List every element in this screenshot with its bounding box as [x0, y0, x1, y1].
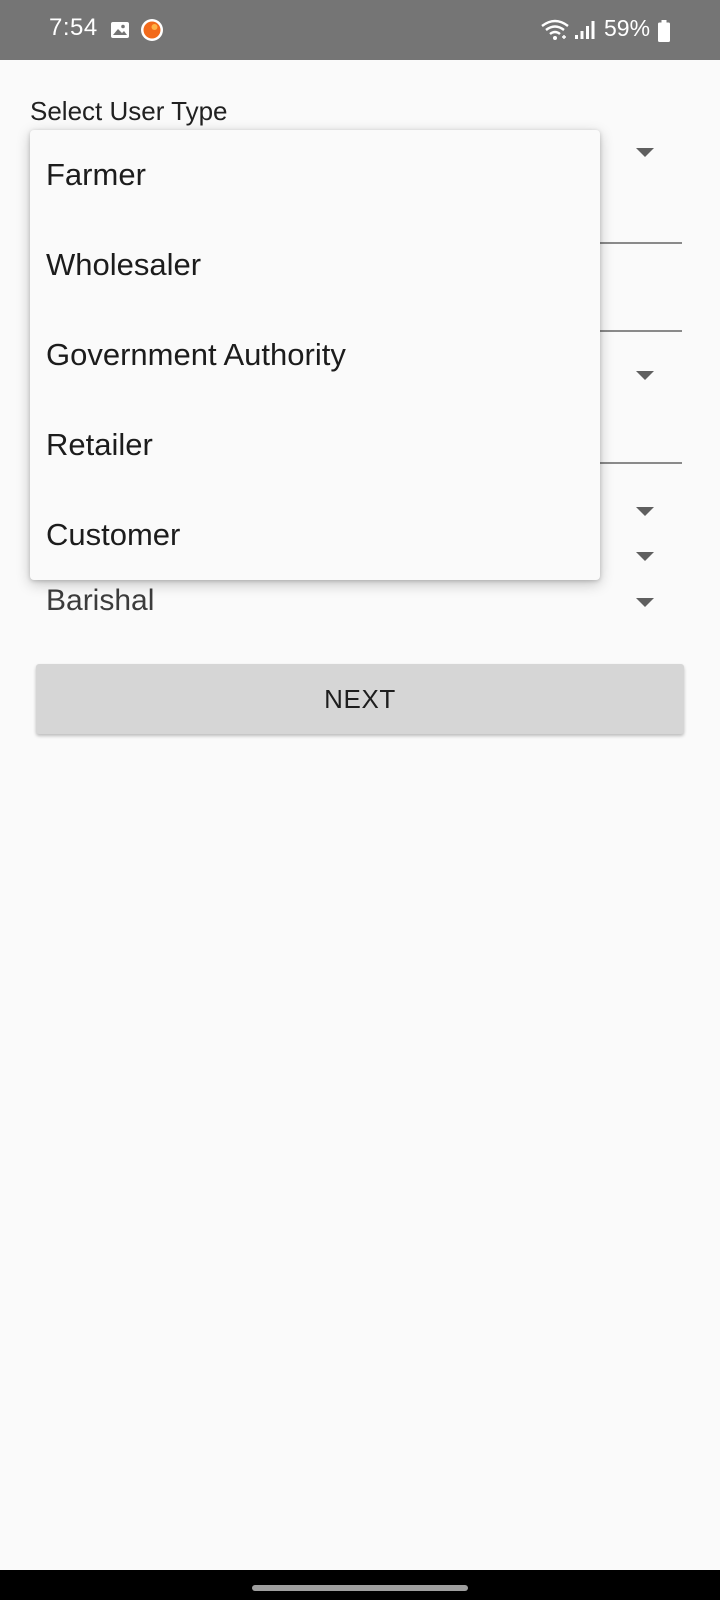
signal-icon: [575, 21, 595, 39]
spinner-arrow-icon[interactable]: [636, 552, 654, 561]
status-time: 7:54: [49, 14, 98, 41]
text-field-underline[interactable]: [590, 242, 682, 244]
battery-percentage: 59%: [604, 15, 651, 41]
dropdown-option-wholesaler[interactable]: Wholesaler: [30, 220, 600, 310]
dropdown-option-customer[interactable]: Customer: [30, 490, 600, 580]
next-button[interactable]: NEXT: [36, 664, 684, 734]
screen: 7:54 59% Select User Type Barishal NEXT …: [0, 0, 720, 1600]
user-type-dropdown-menu: Farmer Wholesaler Government Authority R…: [30, 130, 600, 580]
user-type-dropdown-arrow-icon[interactable]: [636, 148, 654, 157]
district-spinner-value[interactable]: Barishal: [46, 584, 154, 618]
status-bar: 7:54 59%: [0, 0, 720, 60]
text-field-underline[interactable]: [590, 330, 682, 332]
dropdown-option-retailer[interactable]: Retailer: [30, 400, 600, 490]
spinner-arrow-icon[interactable]: [636, 507, 654, 516]
battery-icon: [658, 20, 670, 42]
dropdown-option-government-authority[interactable]: Government Authority: [30, 310, 600, 400]
spinner-arrow-icon[interactable]: [636, 371, 654, 380]
gallery-icon: [111, 22, 129, 38]
dropdown-option-farmer[interactable]: Farmer: [30, 130, 600, 220]
district-dropdown-arrow-icon[interactable]: [636, 598, 654, 607]
user-type-label: Select User Type: [30, 96, 228, 126]
wifi-icon: [541, 19, 569, 40]
text-field-underline[interactable]: [590, 462, 682, 464]
home-gesture-handle[interactable]: [252, 1585, 468, 1591]
app-notification-icon: [141, 19, 163, 41]
